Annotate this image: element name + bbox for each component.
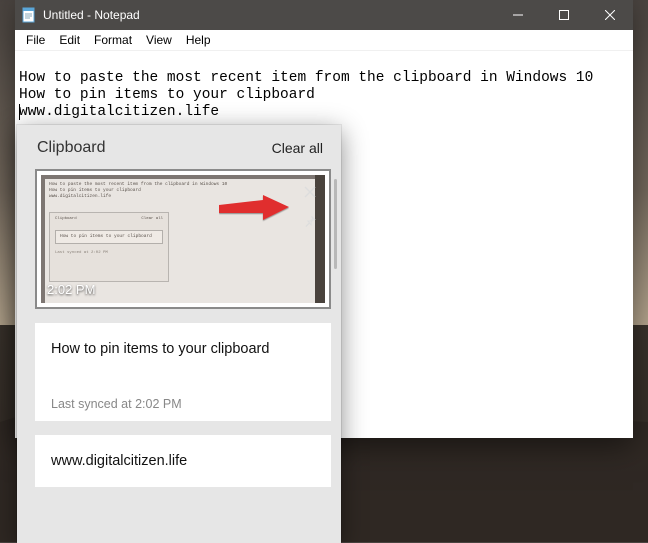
thumb-text: Clipboard (55, 216, 77, 222)
editor-line: How to paste the most recent item from t… (19, 70, 593, 86)
clipboard-history-panel: Clipboard Clear all How to paste the mos… (17, 125, 341, 543)
editor-line: www.digitalcitizen.life (19, 104, 219, 120)
annotation-arrow (219, 195, 289, 223)
editor-line: How to pin items to your clipboard (19, 87, 315, 103)
pin-item-button[interactable] (301, 211, 319, 229)
menu-help[interactable]: Help (179, 31, 218, 49)
thumb-text: How to pin items to your clipboard (49, 188, 141, 193)
clipboard-item-image[interactable]: How to paste the most recent item from t… (35, 169, 331, 309)
close-button[interactable] (587, 0, 633, 30)
clipboard-item-time: 2:02 PM (47, 282, 95, 297)
scrollbar-thumb[interactable] (334, 179, 337, 269)
close-icon (304, 186, 316, 198)
clipboard-item-synced: Last synced at 2:02 PM (51, 397, 315, 411)
menu-view[interactable]: View (139, 31, 179, 49)
clipboard-title: Clipboard (37, 139, 105, 157)
clipboard-thumbnail: How to paste the most recent item from t… (41, 175, 325, 303)
clipboard-item-text[interactable]: How to pin items to your clipboard Last … (35, 323, 331, 421)
thumb-text: www.digitalcitizen.life (49, 194, 111, 199)
thumb-text: Clear all (141, 216, 163, 222)
menu-bar: File Edit Format View Help (15, 30, 633, 50)
pin-icon (304, 214, 317, 227)
minimize-button[interactable] (495, 0, 541, 30)
title-bar[interactable]: Untitled - Notepad (15, 0, 633, 30)
maximize-button[interactable] (541, 0, 587, 30)
clipboard-item-content: www.digitalcitizen.life (51, 453, 315, 469)
clipboard-item-text[interactable]: www.digitalcitizen.life (35, 435, 331, 487)
window-title: Untitled - Notepad (43, 8, 140, 22)
text-caret (19, 104, 20, 120)
clipboard-header: Clipboard Clear all (17, 125, 341, 169)
thumb-text: How to pin items to your clipboard (60, 234, 152, 239)
menu-file[interactable]: File (19, 31, 52, 49)
delete-item-button[interactable] (301, 183, 319, 201)
clear-all-button[interactable]: Clear all (272, 140, 323, 156)
menu-edit[interactable]: Edit (52, 31, 87, 49)
menu-format[interactable]: Format (87, 31, 139, 49)
thumb-text: Last synced at 2:02 PM (55, 251, 108, 255)
thumb-text: How to paste the most recent item from t… (49, 182, 227, 187)
notepad-icon (21, 7, 37, 23)
clipboard-item-content: How to pin items to your clipboard (51, 341, 315, 357)
clipboard-items-list: How to paste the most recent item from t… (17, 169, 341, 543)
